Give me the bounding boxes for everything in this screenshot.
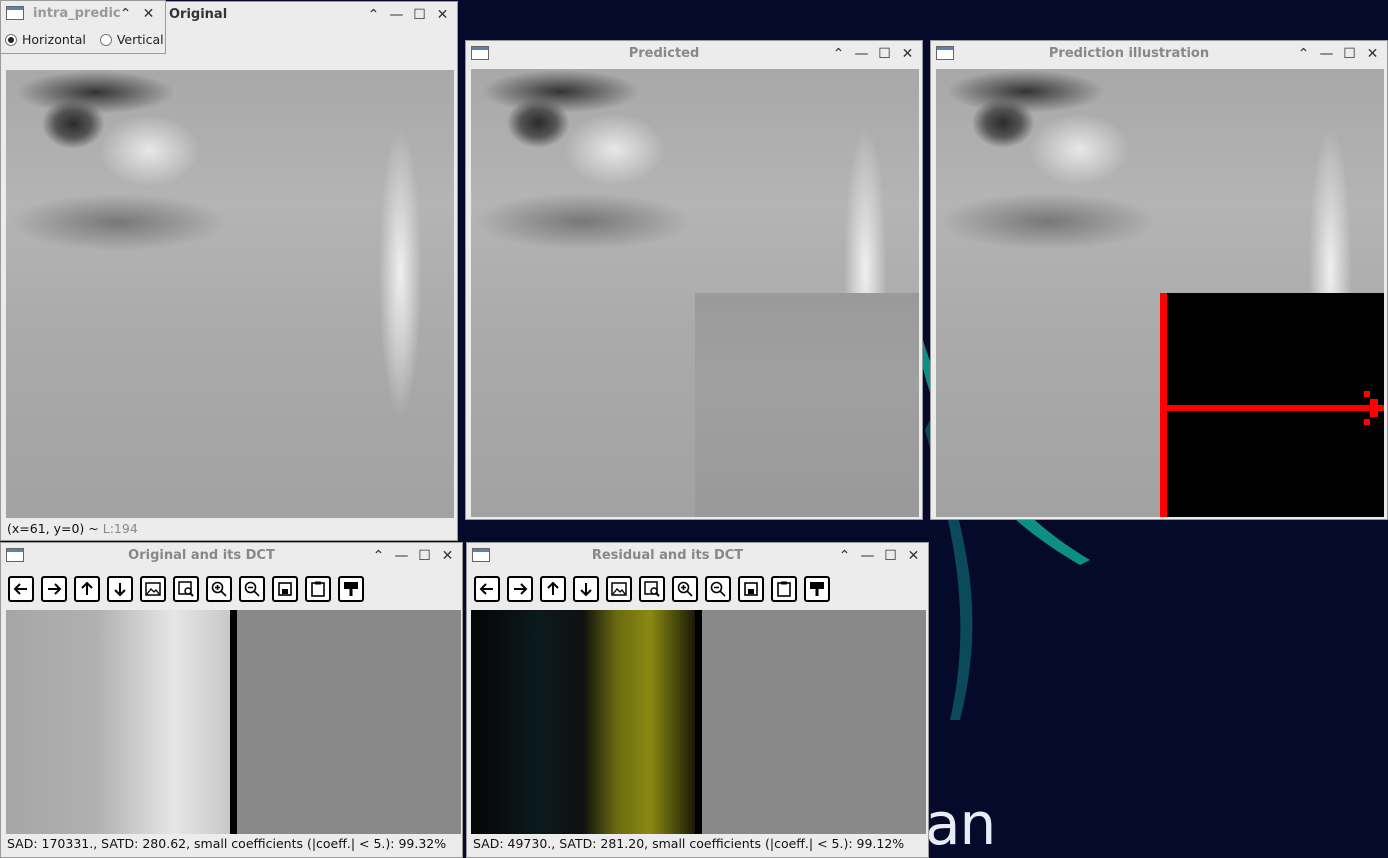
zoom-in-icon[interactable] <box>672 576 698 602</box>
zoom-in-icon[interactable] <box>206 576 232 602</box>
predicted-image[interactable] <box>471 69 919 517</box>
minimize-icon[interactable]: — <box>391 546 412 566</box>
original-block <box>6 610 230 834</box>
paint-icon[interactable] <box>804 576 830 602</box>
status-coords: (x=61, y=0) ~ <box>7 521 99 536</box>
arrow-head-top <box>1364 391 1370 397</box>
prediction-direction-line <box>1160 405 1384 411</box>
maximize-icon[interactable]: ☐ <box>414 546 435 566</box>
minimize-icon[interactable]: — <box>857 546 878 566</box>
titlebar[interactable]: Original and its DCT ⌃ — ☐ ✕ <box>1 543 462 569</box>
radio-horizontal[interactable]: Horizontal <box>5 32 86 47</box>
window-app-icon <box>6 548 24 562</box>
window-title: intra_predic <box>33 6 121 21</box>
close-icon[interactable]: ✕ <box>432 5 453 25</box>
illustration-block <box>1160 293 1384 517</box>
status-bar: SAD: 49730., SATD: 281.20, small coeffic… <box>473 836 905 851</box>
radio-vertical-label: Vertical <box>116 32 164 47</box>
close-icon[interactable]: ✕ <box>897 44 918 64</box>
window-app-icon <box>936 46 954 60</box>
separator <box>230 610 237 834</box>
window-title: Original <box>169 7 228 22</box>
window-original[interactable]: Original ⌃ — ☐ ✕ (x=61, y=0) ~ L:194 <box>0 1 458 541</box>
residual-block <box>471 610 695 834</box>
radio-dot-vertical[interactable] <box>99 33 112 46</box>
wallpaper-text: an <box>925 790 996 858</box>
window-app-icon <box>472 548 490 562</box>
clipboard-icon[interactable] <box>771 576 797 602</box>
arrow-down-icon[interactable] <box>573 576 599 602</box>
window-title: Predicted <box>628 46 700 61</box>
zoom-fit-icon[interactable] <box>639 576 665 602</box>
toolbar <box>1 569 462 609</box>
arrow-up-icon[interactable] <box>74 576 100 602</box>
illustration-image[interactable] <box>936 69 1384 517</box>
dct-block <box>702 610 926 834</box>
zoom-fit-icon[interactable] <box>173 576 199 602</box>
close-icon[interactable]: ✕ <box>138 4 159 24</box>
toolbar <box>467 569 928 609</box>
status-bar: SAD: 170331., SATD: 280.62, small coeffi… <box>7 836 447 851</box>
chevron-up-icon[interactable]: ⌃ <box>1293 44 1314 64</box>
zoom-out-icon[interactable] <box>705 576 731 602</box>
close-icon[interactable]: ✕ <box>903 546 924 566</box>
window-title: Original and its DCT <box>128 548 275 563</box>
maximize-icon[interactable]: ☐ <box>409 5 430 25</box>
titlebar[interactable]: Predicted ⌃ — ☐ ✕ <box>466 41 922 67</box>
arrow-head-tip <box>1370 399 1378 417</box>
separator <box>695 610 702 834</box>
window-original-dct[interactable]: Original and its DCT ⌃ — ☐ ✕ SAD: 170331… <box>0 542 463 858</box>
arrow-down-icon[interactable] <box>107 576 133 602</box>
radio-vertical[interactable]: Vertical <box>99 32 164 47</box>
arrow-up-icon[interactable] <box>540 576 566 602</box>
arrow-left-icon[interactable] <box>8 576 34 602</box>
arrow-right-icon[interactable] <box>41 576 67 602</box>
image-icon[interactable] <box>140 576 166 602</box>
chevron-up-icon[interactable]: ⌃ <box>115 4 136 24</box>
save-icon[interactable] <box>272 576 298 602</box>
chevron-up-icon[interactable]: ⌃ <box>363 5 384 25</box>
chevron-up-icon[interactable]: ⌃ <box>368 546 389 566</box>
window-title: Residual and its DCT <box>591 548 744 563</box>
radio-dot-horizontal[interactable] <box>5 33 17 46</box>
window-intra-predict[interactable]: intra_predic ⌃ ✕ Horizontal Vertical <box>0 0 166 54</box>
residual-dct-image[interactable] <box>471 610 926 834</box>
clipboard-icon[interactable] <box>305 576 331 602</box>
minimize-icon[interactable]: — <box>1316 44 1337 64</box>
close-icon[interactable]: ✕ <box>1362 44 1383 64</box>
window-app-icon <box>471 46 489 60</box>
titlebar[interactable]: intra_predic ⌃ ✕ <box>1 1 165 27</box>
original-image[interactable] <box>6 70 454 518</box>
arrow-head-bottom <box>1364 419 1370 425</box>
dct-block <box>237 610 461 834</box>
image-icon[interactable] <box>606 576 632 602</box>
window-app-icon <box>6 6 24 20</box>
titlebar[interactable]: Residual and its DCT ⌃ — ☐ ✕ <box>467 543 928 569</box>
chevron-up-icon[interactable]: ⌃ <box>834 546 855 566</box>
zoom-out-icon[interactable] <box>239 576 265 602</box>
paint-icon[interactable] <box>338 576 364 602</box>
maximize-icon[interactable]: ☐ <box>880 546 901 566</box>
arrow-right-icon[interactable] <box>507 576 533 602</box>
window-predicted[interactable]: Predicted ⌃ — ☐ ✕ <box>465 40 923 520</box>
predicted-block <box>695 293 919 517</box>
save-icon[interactable] <box>738 576 764 602</box>
window-residual-dct[interactable]: Residual and its DCT ⌃ — ☐ ✕ SAD: 49730.… <box>466 542 929 858</box>
close-icon[interactable]: ✕ <box>437 546 458 566</box>
minimize-icon[interactable]: — <box>386 5 407 25</box>
arrow-left-icon[interactable] <box>474 576 500 602</box>
status-bar: (x=61, y=0) ~ L:194 <box>7 518 138 540</box>
status-level: L:194 <box>102 521 138 536</box>
window-prediction-illustration[interactable]: Prediction illustration ⌃ — ☐ ✕ <box>930 40 1388 520</box>
chevron-up-icon[interactable]: ⌃ <box>828 44 849 64</box>
minimize-icon[interactable]: — <box>851 44 872 64</box>
maximize-icon[interactable]: ☐ <box>874 44 895 64</box>
titlebar[interactable]: Prediction illustration ⌃ — ☐ ✕ <box>931 41 1387 67</box>
original-dct-image[interactable] <box>6 610 461 834</box>
maximize-icon[interactable]: ☐ <box>1339 44 1360 64</box>
window-title: Prediction illustration <box>1048 46 1210 61</box>
radio-horizontal-label: Horizontal <box>22 32 86 47</box>
